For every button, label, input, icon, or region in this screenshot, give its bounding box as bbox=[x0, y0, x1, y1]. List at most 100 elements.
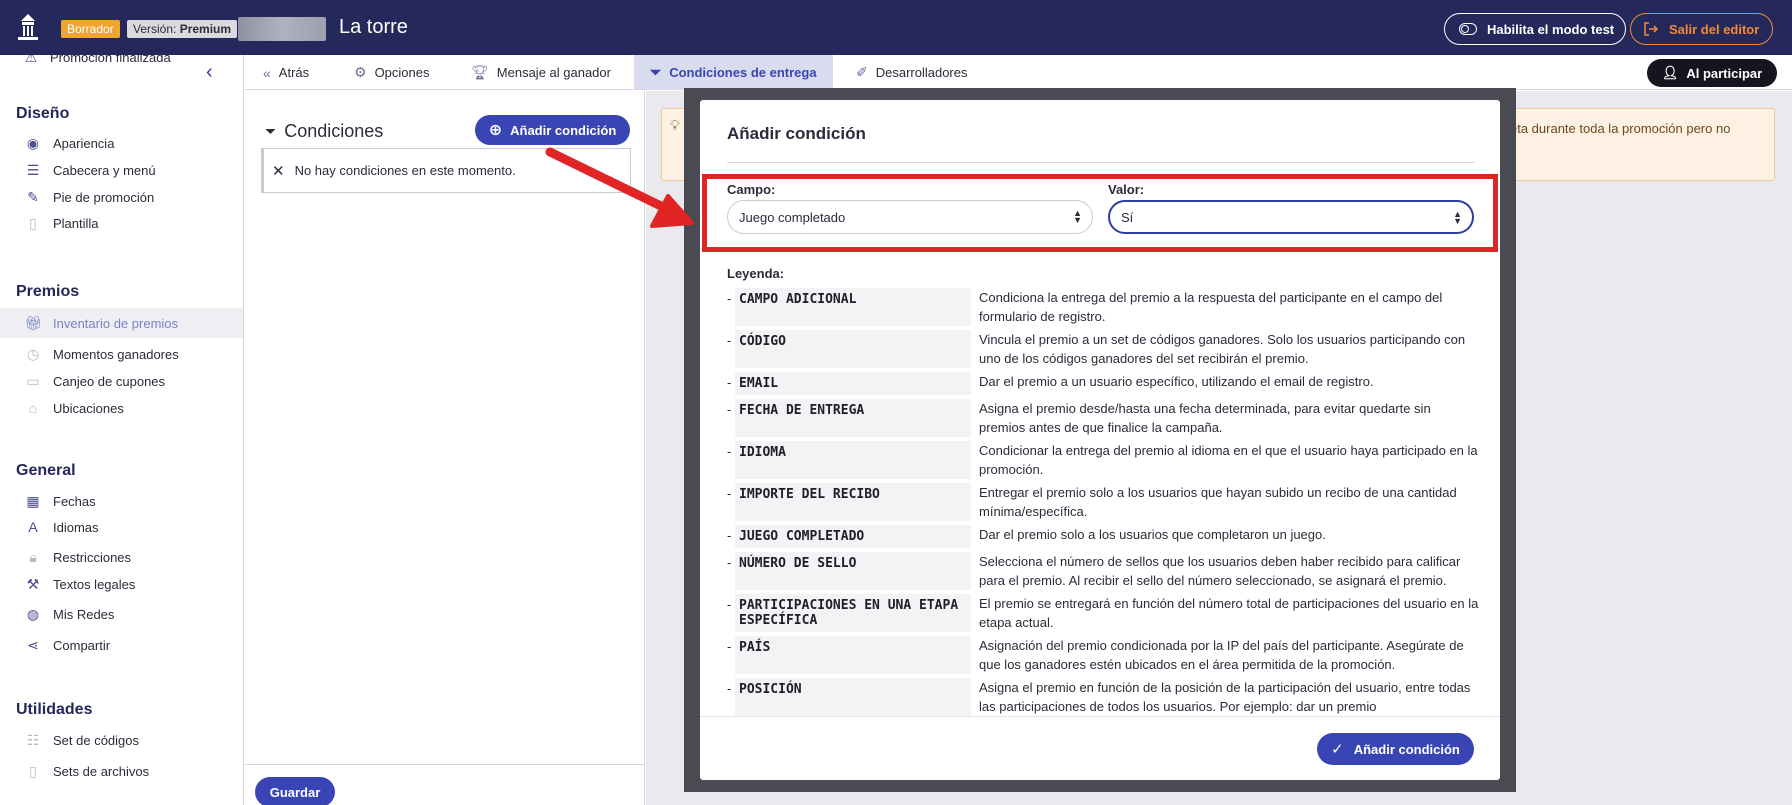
close-icon: ✕ bbox=[272, 162, 285, 180]
menu-icon: ☰ bbox=[26, 161, 40, 178]
store-icon: ⌂ bbox=[28, 400, 38, 416]
tab-delivery-conditions[interactable]: ⏷ Condiciones de entrega bbox=[634, 55, 833, 90]
test-mode-button[interactable]: Habilita el modo test bbox=[1444, 13, 1626, 45]
sidebar-item-sets-archivos[interactable]: ▯ Sets de archivos bbox=[0, 756, 243, 786]
sidebar-item-idiomas[interactable]: A Idiomas bbox=[0, 512, 243, 542]
translate-icon: A bbox=[28, 519, 38, 535]
exit-editor-button[interactable]: Salir del editor bbox=[1630, 13, 1773, 45]
version-prefix: Versión: bbox=[133, 22, 177, 36]
sidebar-item-textos-legales[interactable]: ⚒ Textos legales bbox=[0, 569, 243, 599]
sidebar-item-plantilla[interactable]: ▯ Plantilla bbox=[0, 208, 243, 238]
sidebar-item-set-codigos[interactable]: ☷ Set de códigos bbox=[0, 725, 243, 755]
legend-desc: Condicionar la entrega del premio al idi… bbox=[979, 443, 1478, 477]
add-condition-label: Añadir condición bbox=[510, 122, 617, 138]
double-chevron-left-icon: « bbox=[263, 64, 271, 81]
tab-back[interactable]: « Atrás bbox=[263, 55, 309, 90]
legend-desc: Asigna el premio desde/hasta una fecha d… bbox=[979, 401, 1431, 435]
sidebar-item-label: Textos legales bbox=[53, 576, 136, 592]
sidebar-item-label: Momentos ganadores bbox=[53, 346, 179, 362]
legend-item: - IMPORTE DEL RECIBO Entregar el premio so… bbox=[727, 483, 1479, 521]
participate-label: Al participar bbox=[1686, 65, 1763, 81]
file-icon: ▯ bbox=[29, 762, 37, 779]
legend-item: - POSICIÓN Asigna el premio en función de … bbox=[727, 678, 1479, 716]
tab-label: Desarrolladores bbox=[875, 65, 968, 80]
lightbulb-icon: 💡︎ bbox=[670, 117, 680, 133]
collapse-sidebar-icon[interactable]: ‹ bbox=[206, 62, 226, 83]
user-icon: 👤︎ bbox=[1661, 65, 1679, 80]
sidebar-item-label: Ubicaciones bbox=[53, 400, 124, 416]
tab-label: Condiciones de entrega bbox=[669, 65, 817, 80]
draft-badge: Borrador bbox=[61, 20, 120, 38]
sidebar-item-compartir[interactable]: ⋖ Compartir bbox=[0, 630, 243, 660]
divider bbox=[727, 162, 1475, 163]
sidebar-item-label: Set de códigos bbox=[53, 732, 140, 748]
legend-desc: Vincula el premio a un set de códigos ga… bbox=[979, 332, 1466, 366]
sidebar-item-canjeo[interactable]: ▭ Canjeo de cupones bbox=[0, 366, 243, 396]
save-button[interactable]: Guardar bbox=[255, 777, 335, 805]
legend-desc: Dar el premio a un usuario específico, u… bbox=[979, 374, 1374, 389]
legend-key: IMPORTE DEL RECIBO bbox=[735, 483, 971, 521]
legend-desc: El premio se entregará en función del nú… bbox=[979, 596, 1479, 630]
blurred-name bbox=[238, 17, 326, 41]
sidebar-item-cabecera[interactable]: ☰ Cabecera y menú bbox=[0, 155, 243, 185]
coupon-icon: ▭ bbox=[26, 372, 40, 389]
check-icon: ✓ bbox=[1331, 741, 1344, 758]
document-icon: ▯ bbox=[29, 214, 37, 231]
legend-list[interactable]: - CAMPO ADICIONAL Condiciona la entrega de… bbox=[727, 288, 1479, 716]
globe-icon: ◍ bbox=[26, 605, 40, 622]
empty-message-text: No hay condiciones en este momento. bbox=[294, 163, 516, 178]
legend-title: Leyenda: bbox=[727, 266, 785, 281]
sidebar-item-label: Apariencia bbox=[53, 135, 115, 151]
promotion-title[interactable]: La torre bbox=[339, 16, 408, 39]
legend-key: NÚMERO DE SELLO bbox=[735, 552, 971, 590]
clock-icon: ◷ bbox=[26, 345, 40, 362]
sidebar-item-mis-redes[interactable]: ◍ Mis Redes bbox=[0, 599, 243, 629]
list-dash: - bbox=[727, 528, 732, 543]
exit-editor-label: Salir del editor bbox=[1669, 21, 1760, 37]
modal-title: Añadir condición bbox=[727, 124, 866, 143]
legend-key: FECHA DE ENTREGA bbox=[735, 399, 971, 437]
legend-desc: Entregar el premio solo a los usuarios q… bbox=[979, 485, 1457, 519]
participate-trigger-button[interactable]: 👤︎ Al participar bbox=[1647, 59, 1777, 87]
empty-conditions-message: ✕ No hay condiciones en este momento. bbox=[261, 148, 631, 193]
warning-icon: ⚠ bbox=[24, 55, 38, 65]
add-condition-button[interactable]: ⊕ Añadir condición bbox=[475, 115, 630, 145]
sidebar-item-label: Compartir bbox=[53, 637, 111, 653]
section-title-general: General bbox=[16, 462, 76, 479]
tab-developers[interactable]: ✐ Desarrolladores bbox=[856, 55, 968, 90]
plus-circle-icon: ⊕ bbox=[488, 122, 503, 139]
sidebar-item-label: Fechas bbox=[53, 493, 96, 509]
list-dash: - bbox=[727, 402, 732, 417]
footprint-icon: ✎ bbox=[27, 188, 39, 205]
legend-key: CÓDIGO bbox=[735, 330, 971, 368]
list-dash: - bbox=[727, 333, 732, 348]
legend-item: - CAMPO ADICIONAL Condiciona la entrega de… bbox=[727, 288, 1479, 326]
tab-label: Opciones bbox=[374, 65, 430, 80]
sidebar-item-momentos[interactable]: ◷ Momentos ganadores bbox=[0, 339, 243, 369]
divider bbox=[700, 716, 1500, 717]
submit-add-condition-button[interactable]: ✓ Añadir condición bbox=[1317, 733, 1474, 765]
list-dash: - bbox=[727, 597, 732, 612]
sidebar-item-apariencia[interactable]: ◉ Apariencia bbox=[0, 128, 243, 158]
sidebar-item-label: Mis Redes bbox=[53, 606, 115, 622]
sidebar-item-inventario[interactable]: 🎁︎ Inventario de premios bbox=[0, 308, 243, 338]
sidebar-item-restricciones[interactable]: 🔒︎ Restricciones bbox=[0, 542, 243, 572]
legend-key: IDIOMA bbox=[735, 441, 971, 479]
gift-icon: 🎁︎ bbox=[24, 314, 42, 331]
top-bar: Borrador Versión: Premium La torre Habil… bbox=[0, 0, 1792, 55]
list-dash: - bbox=[727, 555, 732, 570]
tab-options[interactable]: ⚙ Opciones bbox=[354, 55, 429, 90]
tower-logo-icon[interactable] bbox=[12, 12, 44, 44]
tab-label: Mensaje al ganador bbox=[496, 65, 611, 80]
list-dash: - bbox=[727, 375, 732, 390]
sidebar-item-ubicaciones[interactable]: ⌂ Ubicaciones bbox=[0, 393, 243, 423]
sidebar-item-promocion-finalizada[interactable]: ⚠ Promoción finalizada bbox=[22, 55, 171, 66]
sidebar-item-label: Plantilla bbox=[53, 215, 99, 231]
section-title-premios: Premios bbox=[16, 283, 80, 300]
legend-item: - EMAIL Dar el premio a un usuario específ… bbox=[727, 372, 1479, 395]
sidebar-item-label: Sets de archivos bbox=[53, 763, 150, 779]
gavel-icon: ⚒ bbox=[26, 575, 40, 592]
version-badge: Versión: Premium bbox=[127, 20, 238, 38]
tab-winner-message[interactable]: 🏆︎ Mensaje al ganador bbox=[471, 55, 611, 90]
legend-item: - CÓDIGO Vincula el premio a un set de cód… bbox=[727, 330, 1479, 368]
